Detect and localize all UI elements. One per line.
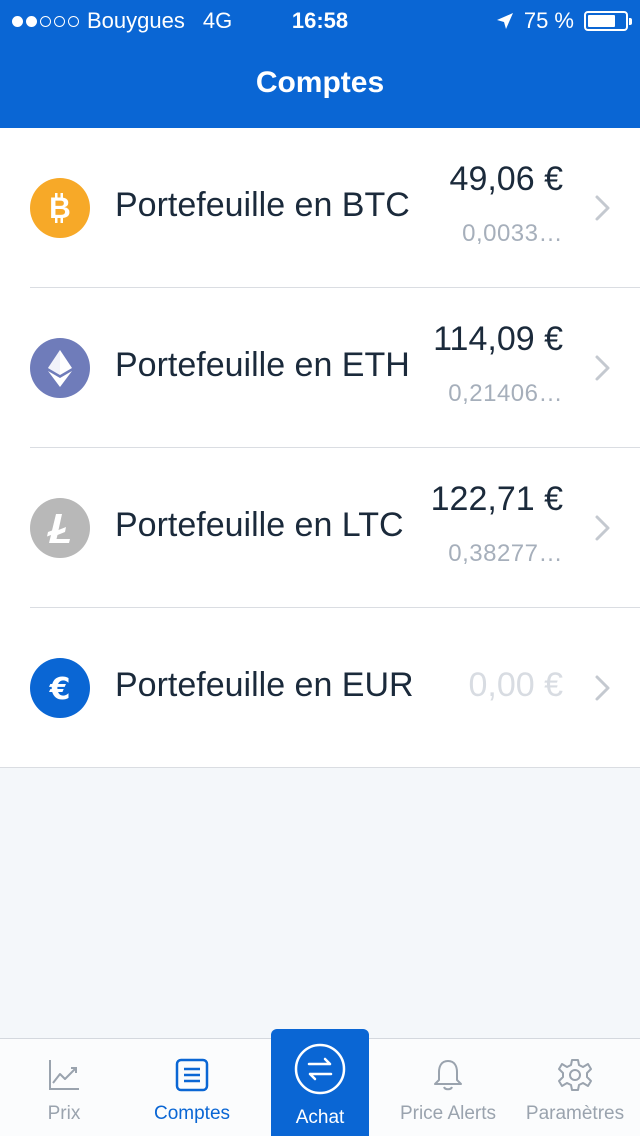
svg-text:B: B bbox=[49, 192, 71, 225]
account-row-eur[interactable]: € Portefeuille en EUR 0,00 € bbox=[0, 608, 640, 768]
tab-achat[interactable]: Achat bbox=[271, 1029, 369, 1136]
chevron-right-icon bbox=[595, 515, 610, 541]
battery-percent: 75 % bbox=[523, 8, 574, 33]
bell-icon bbox=[434, 1060, 462, 1091]
tab-label: Prix bbox=[47, 1103, 81, 1124]
svg-text:€: € bbox=[49, 672, 71, 705]
status-bar: Bouygues 4G 16:58 75 % bbox=[0, 0, 640, 42]
tab-bar: Prix Comptes Achat Price Alerts Paramètr… bbox=[0, 1029, 640, 1136]
battery-icon bbox=[584, 11, 632, 31]
account-name: Portefeuille en ETH bbox=[115, 346, 410, 384]
account-row-eth[interactable]: Portefeuille en ETH 114,09 € 0,21406… bbox=[0, 288, 640, 448]
chevron-right-icon bbox=[595, 355, 610, 381]
account-balance-fiat: 0,00 € bbox=[468, 666, 563, 704]
bitcoin-icon: B bbox=[30, 178, 90, 238]
gear-icon bbox=[558, 1059, 592, 1091]
accounts-list: B Portefeuille en BTC 49,06 € 0,0033… Po… bbox=[0, 128, 640, 768]
chart-icon bbox=[49, 1060, 79, 1090]
tab-label: Comptes bbox=[153, 1103, 231, 1124]
location-arrow-icon bbox=[496, 13, 513, 29]
account-row-ltc[interactable]: Portefeuille en LTC 122,71 € 0,38277… bbox=[0, 448, 640, 608]
account-name: Portefeuille en BTC bbox=[115, 186, 410, 224]
tab-label: Achat bbox=[295, 1107, 345, 1128]
account-row-btc[interactable]: B Portefeuille en BTC 49,06 € 0,0033… bbox=[0, 128, 640, 288]
tab-price-alerts[interactable]: Price Alerts bbox=[384, 1039, 512, 1136]
chevron-right-icon bbox=[595, 195, 610, 221]
account-balance-crypto: 0,38277… bbox=[448, 540, 563, 567]
account-balance-crypto: 0,0033… bbox=[462, 220, 563, 247]
tab-label: Price Alerts bbox=[399, 1103, 497, 1124]
list-icon bbox=[175, 1058, 209, 1092]
tab-label: Paramètres bbox=[525, 1103, 625, 1124]
account-balance-fiat: 49,06 € bbox=[449, 160, 563, 198]
account-balance-fiat: 122,71 € bbox=[430, 480, 563, 518]
account-balance-fiat: 114,09 € bbox=[433, 320, 563, 358]
tab-prix[interactable]: Prix bbox=[0, 1039, 128, 1136]
page-title: Comptes bbox=[255, 66, 385, 99]
account-name: Portefeuille en EUR bbox=[115, 666, 414, 704]
account-name: Portefeuille en LTC bbox=[115, 506, 404, 544]
ethereum-icon bbox=[30, 338, 90, 398]
exchange-icon bbox=[294, 1043, 346, 1095]
account-balance-crypto: 0,21406… bbox=[448, 380, 563, 407]
top-bar: Bouygues 4G 16:58 75 % Comptes bbox=[0, 0, 640, 128]
tab-parametres[interactable]: Paramètres bbox=[511, 1039, 639, 1136]
tab-comptes[interactable]: Comptes bbox=[128, 1039, 256, 1136]
chevron-right-icon bbox=[595, 675, 610, 701]
litecoin-icon bbox=[30, 498, 90, 558]
euro-icon: € bbox=[30, 658, 90, 718]
